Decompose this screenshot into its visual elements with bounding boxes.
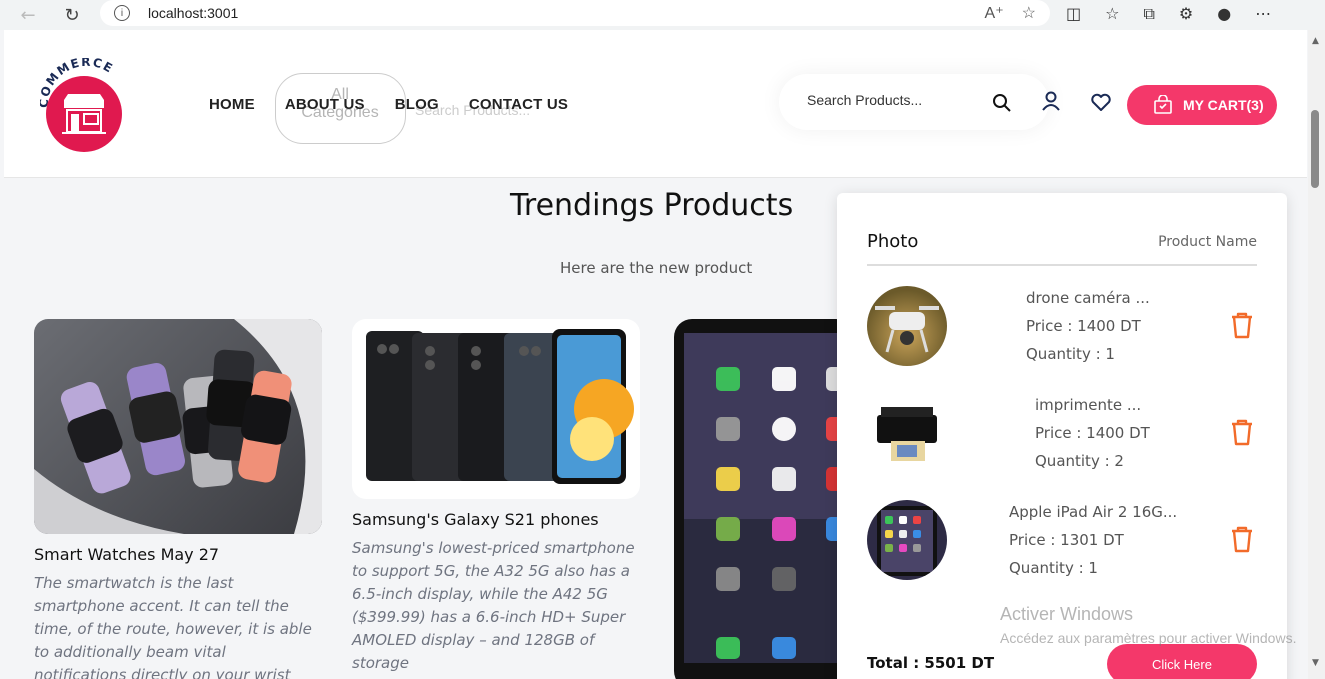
cart-item-price: Price : 1301 DT bbox=[1009, 531, 1124, 549]
cart-item-price: Price : 1400 DT bbox=[1035, 424, 1150, 442]
cart-item-name[interactable]: Apple iPad Air 2 16G... bbox=[1009, 498, 1177, 526]
cart-item-price: Price : 1400 DT bbox=[1026, 317, 1141, 335]
favorites-icon[interactable]: ☆ bbox=[1105, 4, 1119, 24]
search-icon[interactable] bbox=[992, 93, 1012, 113]
cart-item-thumbnail-ipad bbox=[867, 500, 947, 580]
split-screen-icon[interactable]: ◫ bbox=[1066, 4, 1081, 24]
read-aloud-icon[interactable]: A⁺ bbox=[985, 3, 1004, 23]
trash-icon[interactable] bbox=[1229, 311, 1255, 339]
section-subtitle: Here are the new product bbox=[560, 259, 753, 277]
trash-icon[interactable] bbox=[1229, 418, 1255, 446]
main-nav: HOME ABOUT US BLOG CONTACT US bbox=[209, 96, 598, 113]
click-here-button[interactable]: Click Here bbox=[1107, 644, 1257, 679]
cart-header-photo: Photo bbox=[867, 231, 919, 252]
divider bbox=[867, 264, 1257, 266]
cart-item: drone caméra ... Price : 1400 DT Quantit… bbox=[867, 286, 1257, 376]
cart-item: Apple iPad Air 2 16G... Price : 1301 DT … bbox=[867, 500, 1257, 590]
cart-item-info: Apple iPad Air 2 16G... Price : 1301 DT … bbox=[1009, 498, 1177, 582]
info-icon[interactable]: i bbox=[114, 5, 130, 21]
cart-item-quantity: Quantity : 1 bbox=[1026, 345, 1115, 363]
cart-item-name[interactable]: drone caméra ... bbox=[1026, 284, 1150, 312]
product-desc-samsung: Samsung's lowest-priced smartphone to su… bbox=[352, 539, 635, 672]
cart-item-thumbnail-printer bbox=[867, 393, 947, 473]
page-scrollbar[interactable]: ▲ ▼ bbox=[1308, 30, 1325, 679]
windows-watermark-subtitle: Accédez aux paramètres pour activer Wind… bbox=[1000, 630, 1297, 646]
extensions-icon[interactable]: ⚙ bbox=[1179, 4, 1193, 24]
url-text: localhost:3001 bbox=[148, 5, 239, 21]
trash-icon[interactable] bbox=[1229, 525, 1255, 553]
windows-watermark-title: Activer Windows bbox=[1000, 604, 1134, 624]
logo[interactable]: COMMERCE bbox=[37, 55, 130, 154]
product-title-samsung[interactable]: Samsung's Galaxy S21 phones bbox=[352, 510, 599, 529]
back-icon[interactable]: ← bbox=[16, 3, 40, 27]
section-title: Trendings Products bbox=[510, 188, 794, 223]
product-desc-smartwatch: The smartwatch is the last smartphone ac… bbox=[34, 574, 312, 679]
cart-total: Total : 5501 DT bbox=[867, 654, 995, 672]
nav-home[interactable]: HOME bbox=[209, 96, 255, 113]
cart-item-name[interactable]: imprimente ... bbox=[1035, 391, 1150, 419]
product-image-smartwatch[interactable] bbox=[34, 319, 322, 534]
page-viewport: COMMERCE All Categories Search Products.… bbox=[4, 30, 1307, 679]
profile-icon[interactable]: ● bbox=[1217, 4, 1231, 24]
nav-blog[interactable]: BLOG bbox=[395, 96, 439, 113]
site-header: COMMERCE All Categories Search Products.… bbox=[4, 30, 1307, 178]
product-image-ipad[interactable] bbox=[674, 319, 854, 679]
product-title-smartwatch[interactable]: Smart Watches May 27 bbox=[34, 545, 219, 564]
cart-item: imprimente ... Price : 1400 DT Quantity … bbox=[867, 393, 1257, 483]
shopping-bag-icon bbox=[1154, 95, 1172, 114]
product-image-samsung[interactable] bbox=[352, 319, 640, 499]
scroll-down-icon[interactable]: ▼ bbox=[1312, 658, 1319, 668]
nav-contact-us[interactable]: CONTACT US bbox=[469, 96, 568, 113]
browser-toolbar: ← ↻ i localhost:3001 A⁺ ☆ ◫ ☆ ⧉ ⚙ ● ⋯ bbox=[0, 0, 1325, 30]
cart-item-info: imprimente ... Price : 1400 DT Quantity … bbox=[1035, 391, 1150, 475]
cart-item-quantity: Quantity : 1 bbox=[1009, 559, 1098, 577]
scroll-up-icon[interactable]: ▲ bbox=[1312, 36, 1319, 46]
nav-about-us[interactable]: ABOUT US bbox=[285, 96, 365, 113]
cart-header-product-name: Product Name bbox=[1158, 234, 1257, 250]
cart-item-thumbnail-drone bbox=[867, 286, 947, 366]
cart-item-info: drone caméra ... Price : 1400 DT Quantit… bbox=[1026, 284, 1150, 368]
my-cart-button[interactable]: MY CART(3) bbox=[1127, 85, 1277, 125]
scroll-thumb[interactable] bbox=[1311, 110, 1319, 188]
reload-icon[interactable]: ↻ bbox=[60, 3, 84, 27]
collections-icon[interactable]: ⧉ bbox=[1143, 4, 1154, 24]
store-logo-icon: COMMERCE bbox=[37, 55, 122, 152]
heart-icon[interactable] bbox=[1090, 91, 1112, 113]
search-bar bbox=[779, 74, 1049, 130]
user-icon[interactable] bbox=[1040, 90, 1062, 112]
my-cart-label: MY CART(3) bbox=[1183, 97, 1264, 113]
favorite-star-icon[interactable]: ☆ bbox=[1022, 3, 1036, 23]
cart-item-quantity: Quantity : 2 bbox=[1035, 452, 1124, 470]
search-input[interactable] bbox=[807, 92, 997, 108]
more-icon[interactable]: ⋯ bbox=[1255, 4, 1271, 24]
address-bar[interactable]: i localhost:3001 A⁺ ☆ bbox=[100, 0, 1050, 26]
